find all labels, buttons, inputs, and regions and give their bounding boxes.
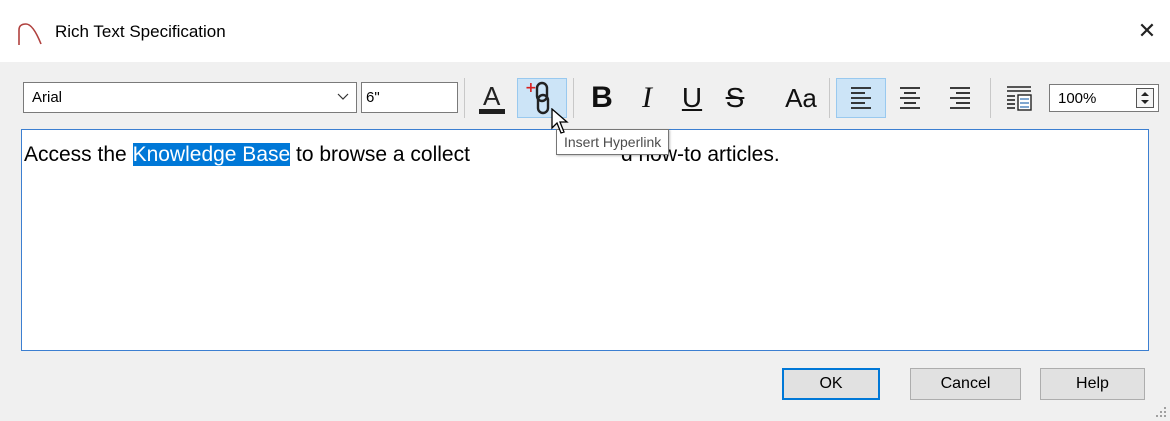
align-right-icon [950,87,970,109]
toolbar-separator [573,78,574,118]
toolbar-separator [464,78,465,118]
rich-text-editor[interactable]: Access the Knowledge Base to browse a co… [21,129,1149,351]
font-size-field[interactable]: 6" [361,82,458,113]
zoom-field[interactable]: 100% [1049,84,1159,112]
selected-text: Knowledge Base [132,143,291,166]
editor-text-before: Access the [24,143,133,166]
ok-button[interactable]: OK [782,368,880,400]
editor-text-after: to browse a collect [290,143,470,166]
help-button[interactable]: Help [1040,368,1145,400]
tooltip: Insert Hyperlink [556,129,670,155]
change-case-button[interactable]: Aa [778,78,824,118]
align-center-icon [900,87,920,109]
text-color-button[interactable]: A [472,78,512,118]
strikethrough-icon: S [725,82,745,113]
columns-icon [1007,86,1032,111]
zoom-value: 100% [1058,90,1097,107]
italic-icon: I [642,81,652,114]
spinner-icon[interactable] [1136,88,1154,108]
chevron-down-icon [337,93,349,100]
svg-text:+: + [525,80,537,96]
toolbar-separator [829,78,830,118]
align-left-icon [851,87,871,109]
italic-button[interactable]: I [630,78,664,118]
window-title: Rich Text Specification [55,22,226,41]
bold-button[interactable]: B [585,78,619,118]
underline-icon: U [681,82,703,113]
strikethrough-button[interactable]: S [718,78,752,118]
align-left-button[interactable] [836,78,886,118]
title-bar: Rich Text Specification ✕ [0,0,1170,62]
mouse-cursor-icon [551,108,569,134]
text-color-swatch [479,109,505,114]
app-logo-icon [18,23,42,45]
toolbar-separator [990,78,991,118]
close-icon: ✕ [1137,18,1157,43]
font-family-value: Arial [32,89,63,106]
columns-button[interactable] [998,78,1040,118]
font-size-value: 6" [366,89,380,106]
cancel-button[interactable]: Cancel [910,368,1021,400]
bold-icon: B [591,81,613,114]
text-color-icon: A [477,81,507,115]
underline-button[interactable]: U [675,78,709,118]
font-family-dropdown[interactable]: Arial [23,82,357,113]
change-case-icon: Aa [785,82,817,113]
align-center-button[interactable] [890,78,930,118]
align-right-button[interactable] [940,78,980,118]
close-button[interactable]: ✕ [1124,0,1170,62]
resize-grip-icon[interactable] [1155,406,1167,418]
